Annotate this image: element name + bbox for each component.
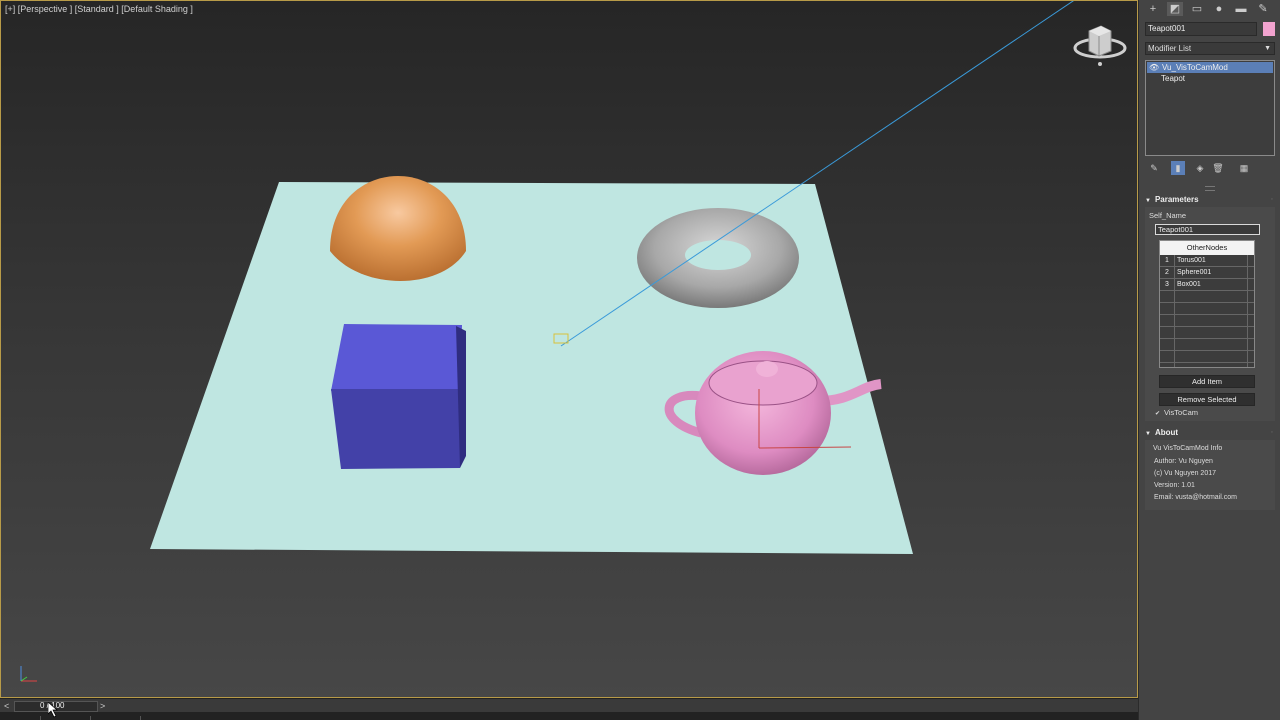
object-name-field[interactable]: Teapot001 (1145, 22, 1257, 36)
stack-item-vistocammod[interactable]: 👁 Vu_VisToCamMod (1147, 62, 1273, 73)
pin-stack-icon[interactable]: ✎ (1147, 161, 1161, 175)
viewcube-icon[interactable] (1071, 21, 1129, 69)
utilities-tab-icon[interactable]: ✎ (1255, 2, 1271, 16)
about-copyright-line: (c) Vu Nguyen 2017 (1154, 470, 1216, 477)
empty-row[interactable] (1160, 339, 1254, 351)
axis-tripod-icon (20, 666, 37, 682)
vistocam-checkbox[interactable]: ✔ VisToCam (1155, 408, 1198, 417)
about-email-line: Email: vusta@hotmail.com (1154, 494, 1237, 501)
empty-row[interactable] (1160, 327, 1254, 339)
object-color-swatch[interactable] (1263, 22, 1275, 36)
list-item[interactable]: 2 Sphere001 (1160, 267, 1254, 279)
stack-item-teapot[interactable]: Teapot (1146, 73, 1274, 84)
eye-icon[interactable]: 👁 (1149, 62, 1159, 73)
parameters-rollout-header[interactable]: ▼ Parameters ◦ (1145, 193, 1275, 206)
other-nodes-header[interactable]: OtherNodes (1160, 241, 1254, 255)
empty-row[interactable] (1160, 303, 1254, 315)
scene-render[interactable] (1, 1, 1138, 698)
show-end-result-icon[interactable]: ▮ (1171, 161, 1185, 175)
empty-row[interactable] (1160, 315, 1254, 327)
collapse-arrow-icon: ▼ (1145, 198, 1151, 204)
self-name-field[interactable]: Teapot001 (1155, 224, 1260, 235)
empty-row[interactable] (1160, 291, 1254, 303)
vistocam-label: VisToCam (1164, 408, 1199, 417)
self-name-label: Self_Name (1149, 211, 1187, 220)
configure-sets-icon[interactable]: ▦ (1237, 161, 1251, 175)
panel-resize-handle[interactable] (1205, 186, 1215, 191)
modify-tab-icon[interactable]: ◩ (1167, 2, 1183, 16)
create-tab-icon[interactable]: + (1145, 2, 1161, 16)
motion-tab-icon[interactable]: ● (1211, 2, 1227, 16)
stack-toolbar: ✎ ▮ ◈ 🗑 ▦ (1145, 160, 1275, 176)
list-item[interactable]: 3 Box001 (1160, 279, 1254, 291)
stack-item-label: Teapot (1161, 74, 1186, 83)
about-version-line: Version: 1.01 (1154, 482, 1195, 489)
box-object[interactable] (331, 324, 466, 469)
prev-frame-button[interactable]: < (4, 701, 9, 711)
command-panel-tabs: + ◩ ▭ ● ▬ ✎ (1139, 0, 1280, 18)
about-info-line: Vu VisToCamMod Info (1153, 445, 1223, 452)
modifier-list-dropdown[interactable]: Modifier List ▼ (1145, 42, 1275, 55)
modifier-list-label: Modifier List (1148, 44, 1192, 53)
about-author-line: Author: Vu Nguyen (1154, 458, 1213, 465)
time-slider-bar[interactable]: < 0 / 100 > (0, 698, 1138, 720)
mouse-cursor-icon (48, 702, 58, 718)
remove-modifier-icon[interactable]: 🗑 (1211, 161, 1225, 175)
rollout-dot-icon: ◦ (1270, 429, 1273, 436)
list-item[interactable]: 1 Torus001 (1160, 255, 1254, 267)
display-tab-icon[interactable]: ▬ (1233, 2, 1249, 16)
perspective-viewport[interactable]: [+] [Perspective ] [Standard ] [Default … (0, 0, 1138, 698)
empty-row[interactable] (1160, 351, 1254, 363)
command-panel: + ◩ ▭ ● ▬ ✎ Teapot001 Modifier List ▼ 👁 … (1138, 0, 1280, 720)
stack-item-label: Vu_VisToCamMod (1162, 63, 1228, 72)
hierarchy-tab-icon[interactable]: ▭ (1189, 2, 1205, 16)
collapse-arrow-icon: ▼ (1145, 431, 1151, 437)
remove-selected-button[interactable]: Remove Selected (1159, 393, 1255, 406)
add-item-button[interactable]: Add Item (1159, 375, 1255, 388)
rollout-dot-icon: ◦ (1270, 196, 1273, 203)
make-unique-icon[interactable]: ◈ (1193, 161, 1207, 175)
about-rollout-header[interactable]: ▼ About ◦ (1145, 426, 1275, 439)
track-bar[interactable] (0, 712, 1138, 720)
empty-row[interactable] (1160, 363, 1254, 367)
modifier-stack[interactable]: 👁 Vu_VisToCamMod Teapot (1145, 60, 1275, 156)
other-nodes-list[interactable]: OtherNodes 1 Torus001 2 Sphere001 3 Box0… (1159, 240, 1255, 368)
next-frame-button[interactable]: > (100, 701, 105, 711)
chevron-down-icon: ▼ (1264, 45, 1271, 52)
checkmark-icon: ✔ (1155, 411, 1161, 417)
